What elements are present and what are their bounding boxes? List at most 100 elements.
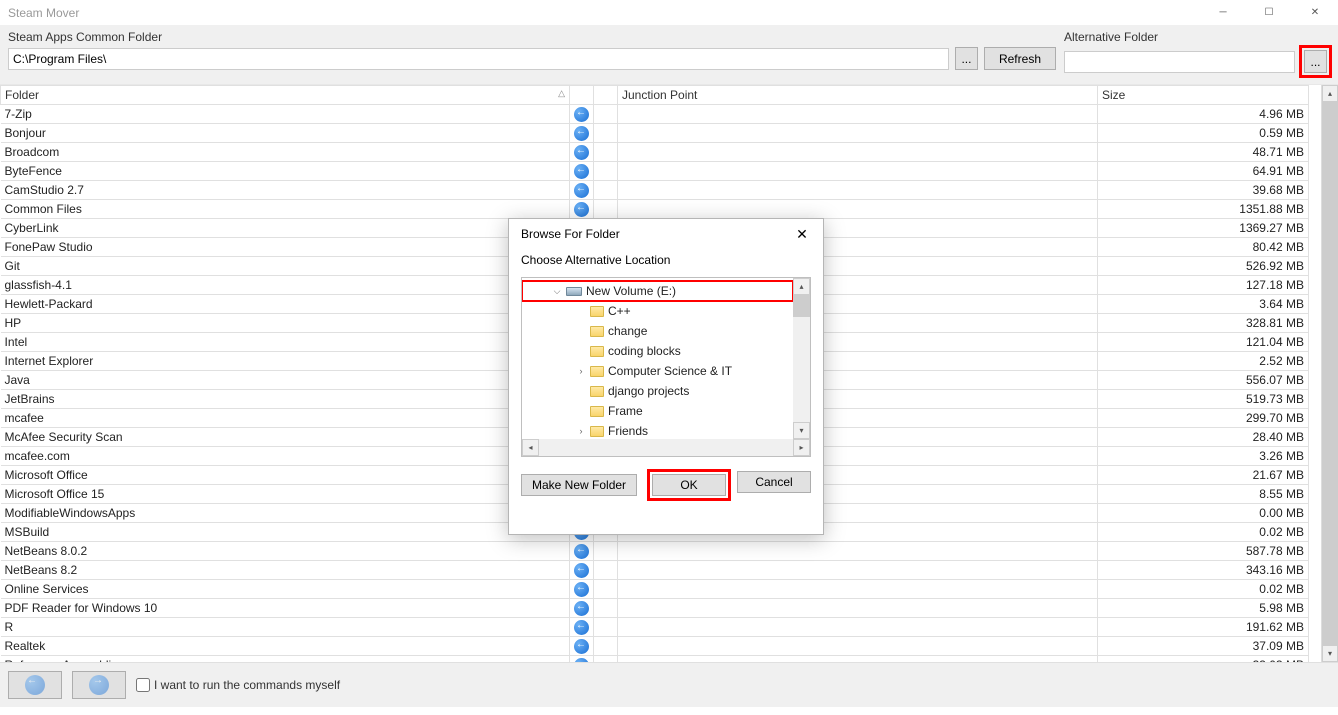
- manual-run-checkbox[interactable]: [136, 678, 150, 692]
- arrow-left-icon: [574, 164, 589, 179]
- junction-cell: [618, 637, 1098, 656]
- size-cell: 28.40 MB: [1098, 428, 1309, 447]
- table-row[interactable]: NetBeans 8.2343.16 MB: [1, 561, 1309, 580]
- move-right-button[interactable]: [72, 671, 126, 699]
- folder-name-cell: Microsoft Office 15: [1, 485, 570, 504]
- size-cell: 191.62 MB: [1098, 618, 1309, 637]
- table-row[interactable]: PDF Reader for Windows 105.98 MB: [1, 599, 1309, 618]
- move-icon-cell[interactable]: [570, 105, 594, 124]
- table-row[interactable]: Online Services0.02 MB: [1, 580, 1309, 599]
- expander-icon[interactable]: ⌵: [552, 286, 562, 297]
- move-icon-cell[interactable]: [570, 143, 594, 162]
- table-row[interactable]: R191.62 MB: [1, 618, 1309, 637]
- tree-scroll-right[interactable]: ▸: [793, 439, 810, 456]
- tree-item[interactable]: coding blocks: [522, 341, 793, 361]
- move-left-button[interactable]: [8, 671, 62, 699]
- col-move-1[interactable]: [570, 86, 594, 105]
- move-icon-cell[interactable]: [570, 200, 594, 219]
- table-row[interactable]: NetBeans 8.0.2587.78 MB: [1, 542, 1309, 561]
- manual-run-checkbox-row[interactable]: I want to run the commands myself: [136, 678, 340, 692]
- source-path-input[interactable]: [8, 48, 949, 70]
- tree-scroll-down[interactable]: ▾: [793, 422, 810, 439]
- ok-button[interactable]: OK: [652, 474, 726, 496]
- folder-name-cell: Internet Explorer: [1, 352, 570, 371]
- tree-scroll-thumb[interactable]: [793, 295, 810, 317]
- tree-scroll-up[interactable]: ▴: [793, 278, 810, 295]
- alt-browse-button[interactable]: ...: [1304, 50, 1327, 73]
- tree-item[interactable]: Frame: [522, 401, 793, 421]
- move-icon-cell[interactable]: [570, 162, 594, 181]
- minimize-button[interactable]: ─: [1200, 0, 1246, 26]
- cancel-button[interactable]: Cancel: [737, 471, 811, 493]
- tree-item[interactable]: django projects: [522, 381, 793, 401]
- table-row[interactable]: Realtek37.09 MB: [1, 637, 1309, 656]
- folder-name-cell: Microsoft Office: [1, 466, 570, 485]
- maximize-button[interactable]: ☐: [1246, 0, 1292, 26]
- folder-name-cell: mcafee: [1, 409, 570, 428]
- folder-name-cell: NetBeans 8.2: [1, 561, 570, 580]
- move-icon-cell[interactable]: [570, 637, 594, 656]
- move-icon-cell[interactable]: [570, 542, 594, 561]
- move-icon-cell[interactable]: [570, 618, 594, 637]
- alt-path-input[interactable]: [1064, 51, 1295, 73]
- scroll-up-button[interactable]: ▴: [1322, 85, 1338, 102]
- tree-item-label: Friends: [608, 424, 648, 438]
- tree-item[interactable]: › Friends: [522, 421, 793, 439]
- folder-icon: [590, 326, 604, 337]
- col-folder[interactable]: Folder △: [1, 86, 570, 105]
- tree-horizontal-scrollbar[interactable]: ◂ ▸: [522, 439, 810, 456]
- dialog-close-button[interactable]: ✕: [787, 222, 817, 246]
- table-row[interactable]: CamStudio 2.739.68 MB: [1, 181, 1309, 200]
- junction-cell: [618, 105, 1098, 124]
- move-icon-cell[interactable]: [570, 599, 594, 618]
- tree-items: ⌵New Volume (E:)C++ change coding blocks › C…: [522, 278, 793, 439]
- size-cell: 587.78 MB: [1098, 542, 1309, 561]
- folder-name-cell: Java: [1, 371, 570, 390]
- close-button[interactable]: ✕: [1292, 0, 1338, 26]
- tree-item-label: Computer Science & IT: [608, 364, 732, 378]
- spacer-cell: [594, 656, 618, 663]
- spacer-cell: [594, 105, 618, 124]
- move-icon-cell[interactable]: [570, 561, 594, 580]
- move-icon-cell[interactable]: [570, 656, 594, 663]
- folder-name-cell: Git: [1, 257, 570, 276]
- col-junction[interactable]: Junction Point: [618, 86, 1098, 105]
- spacer-cell: [594, 143, 618, 162]
- refresh-button[interactable]: Refresh: [984, 47, 1056, 70]
- table-row[interactable]: 7-Zip4.96 MB: [1, 105, 1309, 124]
- tree-item[interactable]: C++: [522, 301, 793, 321]
- size-cell: 3.26 MB: [1098, 447, 1309, 466]
- table-row[interactable]: Common Files1351.88 MB: [1, 200, 1309, 219]
- scroll-down-button[interactable]: ▾: [1322, 645, 1338, 662]
- tree-item-label: change: [608, 324, 647, 338]
- make-new-folder-button[interactable]: Make New Folder: [521, 474, 637, 496]
- move-icon-cell[interactable]: [570, 580, 594, 599]
- size-cell: 80.42 MB: [1098, 238, 1309, 257]
- table-row[interactable]: ByteFence64.91 MB: [1, 162, 1309, 181]
- table-row[interactable]: Bonjour0.59 MB: [1, 124, 1309, 143]
- tree-item[interactable]: ⌵New Volume (E:): [522, 281, 793, 301]
- table-row[interactable]: Broadcom48.71 MB: [1, 143, 1309, 162]
- expander-icon[interactable]: ›: [576, 366, 586, 376]
- expander-icon[interactable]: ›: [576, 426, 586, 436]
- source-browse-button[interactable]: ...: [955, 47, 978, 70]
- size-cell: 0.00 MB: [1098, 504, 1309, 523]
- folder-icon: [590, 406, 604, 417]
- arrow-left-icon: [574, 658, 589, 662]
- scroll-thumb[interactable]: [1322, 102, 1338, 645]
- drive-icon: [566, 287, 582, 296]
- tree-item[interactable]: › Computer Science & IT: [522, 361, 793, 381]
- vertical-scrollbar[interactable]: ▴ ▾: [1321, 85, 1338, 662]
- tree-item[interactable]: change: [522, 321, 793, 341]
- window-controls: ─ ☐ ✕: [1200, 0, 1338, 26]
- move-icon-cell[interactable]: [570, 181, 594, 200]
- spacer-cell: [594, 200, 618, 219]
- col-size[interactable]: Size: [1098, 86, 1309, 105]
- table-row[interactable]: Reference Assemblies33.03 MB: [1, 656, 1309, 663]
- sort-indicator-icon: △: [558, 88, 565, 99]
- col-move-2[interactable]: [594, 86, 618, 105]
- tree-scroll-left[interactable]: ◂: [522, 439, 539, 456]
- move-icon-cell[interactable]: [570, 124, 594, 143]
- footer: I want to run the commands myself: [0, 662, 1338, 707]
- tree-vertical-scrollbar[interactable]: ▴ ▾: [793, 278, 810, 439]
